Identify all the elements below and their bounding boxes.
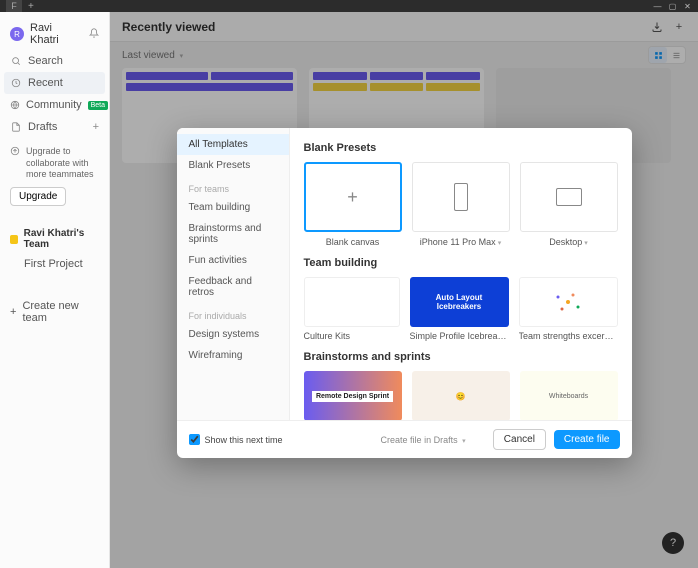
- new-tab-button[interactable]: +: [28, 1, 34, 12]
- app-tab[interactable]: F: [6, 0, 22, 12]
- modal-overlay: All Templates Blank Presets For teams Te…: [110, 12, 698, 568]
- sidebar-item-label: Community: [26, 99, 82, 111]
- globe-icon: [10, 100, 20, 110]
- sidebar-item-label: Recent: [28, 77, 63, 89]
- category-team-building[interactable]: Team building: [177, 197, 289, 218]
- sidebar-item-search[interactable]: Search: [0, 50, 109, 72]
- main-area: Recently viewed + Last viewed ▾ ? All Te…: [110, 12, 698, 568]
- template-thumbnail: [519, 277, 618, 327]
- checkbox-input[interactable]: [189, 434, 200, 445]
- create-team-button[interactable]: + Create new team: [0, 294, 109, 330]
- template-thumbnail: Auto Layout Icebreakers: [410, 277, 509, 327]
- team-color-icon: [10, 235, 18, 244]
- avatar: R: [10, 27, 24, 41]
- upgrade-banner: Upgrade to collaborate with more teammat…: [0, 138, 109, 214]
- template-culture-kits[interactable]: Culture Kits: [304, 277, 400, 341]
- location-label: Create file in Drafts: [381, 435, 458, 445]
- window-titlebar: F + — ▢ ✕: [0, 0, 698, 12]
- template-thumbnail: Whiteboards: [520, 371, 618, 420]
- create-location-dropdown[interactable]: Create file in Drafts ▾: [381, 435, 466, 445]
- template-label: Simple Profile Icebreaker A...: [410, 331, 509, 341]
- app-frame: R Ravi Khatri Search Recent Community Be…: [0, 12, 698, 568]
- section-title-team: Team building: [304, 257, 618, 269]
- template-whiteboards[interactable]: Whiteboards: [520, 371, 618, 420]
- window-minimize-icon[interactable]: —: [653, 2, 662, 11]
- show-next-time-checkbox[interactable]: Show this next time: [189, 434, 283, 445]
- plus-icon: +: [10, 306, 16, 318]
- category-feedback-retros[interactable]: Feedback and retros: [177, 271, 289, 303]
- modal-footer: Show this next time Create file in Draft…: [177, 420, 632, 458]
- category-heading-teams: For teams: [177, 176, 289, 197]
- template-thumbnail: [304, 277, 400, 327]
- create-team-label: Create new team: [22, 300, 99, 324]
- preset-label: Desktop▾: [520, 237, 618, 247]
- modal-content: Blank Presets + Blank canvas iPhone 11 P…: [290, 128, 632, 420]
- preset-label: Blank canvas: [304, 237, 402, 247]
- template-emoji-grid[interactable]: 😊: [412, 371, 510, 420]
- plus-icon[interactable]: +: [93, 121, 99, 133]
- template-label: Team strengths excercise: [519, 331, 618, 341]
- preset-label: iPhone 11 Pro Max▾: [412, 237, 510, 247]
- sidebar: R Ravi Khatri Search Recent Community Be…: [0, 12, 110, 568]
- new-file-modal: All Templates Blank Presets For teams Te…: [177, 128, 632, 458]
- search-icon: [10, 56, 22, 66]
- window-maximize-icon[interactable]: ▢: [668, 2, 677, 11]
- template-strengths[interactable]: Team strengths excercise: [519, 277, 618, 341]
- create-file-button[interactable]: Create file: [554, 430, 620, 449]
- category-all-templates[interactable]: All Templates: [177, 134, 289, 155]
- modal-sidebar: All Templates Blank Presets For teams Te…: [177, 128, 290, 420]
- upgrade-icon: [10, 146, 20, 181]
- cancel-button[interactable]: Cancel: [493, 429, 546, 450]
- thumb-text: Whiteboards: [549, 393, 588, 400]
- template-icebreaker[interactable]: Auto Layout Icebreakers Simple Profile I…: [410, 277, 509, 341]
- sidebar-item-community[interactable]: Community Beta: [0, 94, 109, 116]
- window-close-icon[interactable]: ✕: [683, 2, 692, 11]
- category-fun-activities[interactable]: Fun activities: [177, 250, 289, 271]
- preset-desktop[interactable]: Desktop▾: [520, 162, 618, 247]
- team-header[interactable]: Ravi Khatri's Team: [0, 224, 109, 254]
- category-heading-individuals: For individuals: [177, 303, 289, 324]
- sidebar-item-label: Search: [28, 55, 63, 67]
- chevron-down-icon: ▾: [462, 438, 466, 445]
- chevron-down-icon: ▾: [498, 240, 502, 247]
- team-template-row: Culture Kits Auto Layout Icebreakers Sim…: [304, 277, 618, 341]
- template-thumbnail: 😊: [412, 371, 510, 420]
- preset-iphone[interactable]: iPhone 11 Pro Max▾: [412, 162, 510, 247]
- user-name: Ravi Khatri: [30, 22, 83, 46]
- file-icon: [10, 122, 22, 132]
- chevron-down-icon: ▾: [584, 240, 588, 247]
- template-remote-sprint[interactable]: Remote Design Sprint: [304, 371, 402, 420]
- template-thumbnail: Remote Design Sprint: [304, 371, 402, 420]
- bell-icon[interactable]: [89, 28, 99, 41]
- clock-icon: [10, 78, 22, 88]
- template-label: Culture Kits: [304, 331, 400, 341]
- plus-icon: +: [347, 187, 358, 208]
- upgrade-button[interactable]: Upgrade: [10, 187, 66, 206]
- section-title-brainstorms: Brainstorms and sprints: [304, 351, 618, 363]
- blank-preset-row: + Blank canvas iPhone 11 Pro Max▾ Deskto…: [304, 162, 618, 247]
- category-blank-presets[interactable]: Blank Presets: [177, 155, 289, 176]
- thumb-text: Remote Design Sprint: [312, 391, 393, 402]
- phone-icon: [454, 183, 468, 211]
- category-brainstorms[interactable]: Brainstorms and sprints: [177, 218, 289, 250]
- sidebar-item-drafts[interactable]: Drafts +: [0, 116, 109, 138]
- section-title-blank: Blank Presets: [304, 142, 618, 154]
- project-item[interactable]: First Project: [0, 254, 109, 274]
- desktop-icon: [556, 188, 582, 206]
- category-design-systems[interactable]: Design systems: [177, 324, 289, 345]
- brainstorm-template-row: Remote Design Sprint 😊 Whiteboards: [304, 371, 618, 420]
- beta-badge: Beta: [88, 101, 108, 110]
- team-name: Ravi Khatri's Team: [24, 228, 99, 250]
- sidebar-item-label: Drafts: [28, 121, 57, 133]
- sidebar-item-recent[interactable]: Recent: [4, 72, 105, 94]
- upgrade-text: Upgrade to collaborate with more teammat…: [26, 146, 99, 181]
- category-wireframing[interactable]: Wireframing: [177, 345, 289, 366]
- checkbox-label: Show this next time: [205, 435, 283, 445]
- preset-blank-canvas[interactable]: + Blank canvas: [304, 162, 402, 247]
- user-row[interactable]: R Ravi Khatri: [0, 18, 109, 50]
